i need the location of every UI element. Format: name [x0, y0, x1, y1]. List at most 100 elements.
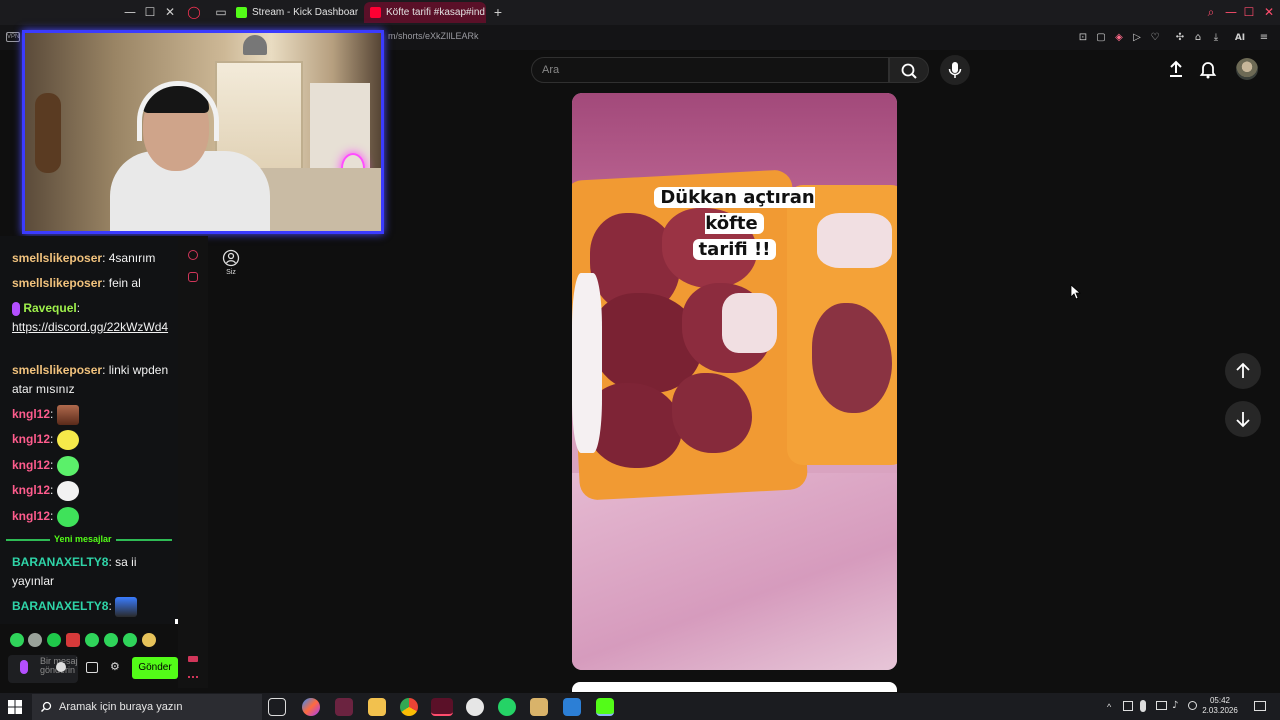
- opera-taskbar-icon[interactable]: [431, 698, 453, 716]
- previous-short-button[interactable]: [1225, 353, 1261, 389]
- chat-message-input[interactable]: Bir mesaj gönderin: [8, 655, 78, 683]
- file-explorer-icon[interactable]: [368, 698, 386, 716]
- chat-message: kngl12:: [12, 507, 172, 527]
- chrome-icon[interactable]: [400, 698, 418, 716]
- kick-taskbar-icon[interactable]: [596, 698, 614, 716]
- vpn-icon[interactable]: VPN: [6, 32, 20, 42]
- chat-username[interactable]: smellslikeposer: [12, 363, 102, 377]
- car-emote-icon: [115, 597, 138, 617]
- search-input[interactable]: Ara: [531, 57, 889, 83]
- show-hidden-icons-icon[interactable]: ^: [1107, 702, 1111, 712]
- whatsapp-icon[interactable]: [498, 698, 516, 716]
- webcam-overlay: [22, 30, 384, 234]
- wallet-icon[interactable]: ⌂: [1191, 31, 1205, 45]
- chat-username[interactable]: kngl12: [12, 458, 50, 472]
- notifications-icon[interactable]: [1254, 701, 1266, 711]
- microphone-icon: [948, 62, 962, 78]
- taskbar-clock[interactable]: 05:42 2.03.2026: [1198, 696, 1242, 716]
- emote-2-icon[interactable]: [28, 633, 42, 647]
- emoji-picker-icon[interactable]: [56, 662, 66, 672]
- emote-4-icon[interactable]: [66, 633, 80, 647]
- window-minimize-icon[interactable]: —: [1223, 4, 1239, 20]
- quick-emote-bar: [6, 632, 176, 648]
- chat-link[interactable]: https://discord.gg/22kWzWd4: [12, 320, 168, 334]
- tray-mic-icon[interactable]: [1140, 700, 1146, 712]
- emote-3-icon[interactable]: [47, 633, 61, 647]
- chat-username[interactable]: BARANAXELTY8: [12, 599, 108, 613]
- chat-side-settings-icon[interactable]: [188, 272, 198, 282]
- short-caption: Dükkan açtıran köfte tarifi !!: [627, 185, 842, 263]
- next-short-button[interactable]: [1225, 401, 1261, 437]
- snapshot-icon[interactable]: ▢: [1094, 31, 1108, 45]
- app-circle-icon[interactable]: [466, 698, 484, 716]
- search-tabs-icon[interactable]: ⌕: [1203, 4, 1219, 20]
- clock-date: 2.03.2026: [1202, 706, 1238, 715]
- url-text[interactable]: m/shorts/eXkZIlLEARk: [388, 31, 479, 41]
- chat-username[interactable]: BARANAXELTY8: [12, 555, 108, 569]
- search-button[interactable]: [889, 57, 929, 83]
- chat-username[interactable]: Ravequel: [23, 301, 76, 315]
- chat-side-icon[interactable]: [188, 250, 198, 260]
- tab-manager-icon[interactable]: ▭: [213, 4, 229, 20]
- tab-youtube-short[interactable]: Köfte tarifi #kasap#ind: [364, 2, 486, 23]
- emote-8-icon[interactable]: [142, 633, 156, 647]
- caption-line-2: tarifi !!: [692, 239, 777, 260]
- ai-button[interactable]: AI: [1229, 31, 1251, 45]
- chat-username[interactable]: kngl12: [12, 407, 50, 421]
- caption-line-1: Dükkan açtıran köfte: [654, 187, 815, 234]
- chat-username[interactable]: smellslikeposer: [12, 276, 102, 290]
- close-icon[interactable]: ✕: [162, 4, 178, 20]
- chat-colon: :: [102, 251, 106, 265]
- chat-username[interactable]: smellslikeposer: [12, 251, 102, 265]
- pin-icon[interactable]: ⊡: [1076, 31, 1090, 45]
- maximize-icon[interactable]: ☐: [142, 4, 158, 20]
- you-icon[interactable]: [222, 249, 240, 267]
- opera-icon[interactable]: ◯: [186, 4, 202, 20]
- taskbar-search-icon: [40, 701, 52, 713]
- window-close-icon[interactable]: ✕: [1261, 4, 1277, 20]
- next-short-preview[interactable]: [572, 682, 897, 692]
- tab-kick-dashboard[interactable]: Stream - Kick Dashboard: [230, 2, 358, 23]
- chat-more-icon[interactable]: [188, 676, 198, 680]
- play-icon[interactable]: ▷: [1130, 31, 1144, 45]
- emote-1-icon[interactable]: [10, 633, 24, 647]
- app-icon[interactable]: [335, 698, 353, 716]
- heart-icon[interactable]: ♡: [1148, 31, 1162, 45]
- task-view-icon[interactable]: [268, 698, 286, 716]
- taskbar-search-input[interactable]: Aramak için buraya yazın: [32, 694, 262, 720]
- video-cloth: [572, 473, 897, 670]
- send-button[interactable]: Gönder: [132, 657, 178, 679]
- download-icon[interactable]: ⤓: [1209, 31, 1223, 45]
- network-icon[interactable]: [1156, 701, 1167, 710]
- chat-username[interactable]: kngl12: [12, 509, 50, 523]
- emote-6-icon[interactable]: [104, 633, 118, 647]
- notification-bell-icon[interactable]: [1196, 57, 1220, 81]
- account-avatar[interactable]: [1236, 58, 1258, 80]
- media-icon[interactable]: [530, 698, 548, 716]
- pocket-icon[interactable]: ◈: [1112, 31, 1126, 45]
- sync-icon[interactable]: [1188, 701, 1197, 710]
- emote-7-icon[interactable]: [123, 633, 137, 647]
- tray-app-icon[interactable]: [1123, 701, 1133, 711]
- chat-message: kngl12:: [12, 456, 172, 476]
- short-video-player[interactable]: Dükkan açtıran köfte tarifi !!: [572, 93, 897, 670]
- copilot-icon[interactable]: [302, 698, 320, 716]
- volume-icon[interactable]: ♪: [1172, 700, 1178, 711]
- chat-username[interactable]: kngl12: [12, 483, 50, 497]
- chat-scroll-indicator[interactable]: [175, 619, 178, 624]
- minimize-icon[interactable]: —: [122, 4, 138, 20]
- menu-icon[interactable]: ≡: [1257, 31, 1271, 45]
- voice-search-button[interactable]: [940, 55, 970, 85]
- upload-icon[interactable]: [1164, 57, 1188, 81]
- windows-start-icon[interactable]: [6, 698, 24, 716]
- window-maximize-icon[interactable]: ☐: [1241, 4, 1257, 20]
- extensions-icon[interactable]: ✣: [1173, 31, 1187, 45]
- download-manager-icon[interactable]: [563, 698, 581, 716]
- new-tab-button[interactable]: +: [490, 4, 506, 20]
- chat-message: smellslikeposer: 4sanırım: [12, 249, 172, 268]
- speaker-icon: [370, 7, 381, 18]
- gift-icon[interactable]: [86, 662, 98, 673]
- emote-5-icon[interactable]: [85, 633, 99, 647]
- chat-username[interactable]: kngl12: [12, 432, 50, 446]
- chat-settings-icon[interactable]: ⚙: [110, 660, 122, 674]
